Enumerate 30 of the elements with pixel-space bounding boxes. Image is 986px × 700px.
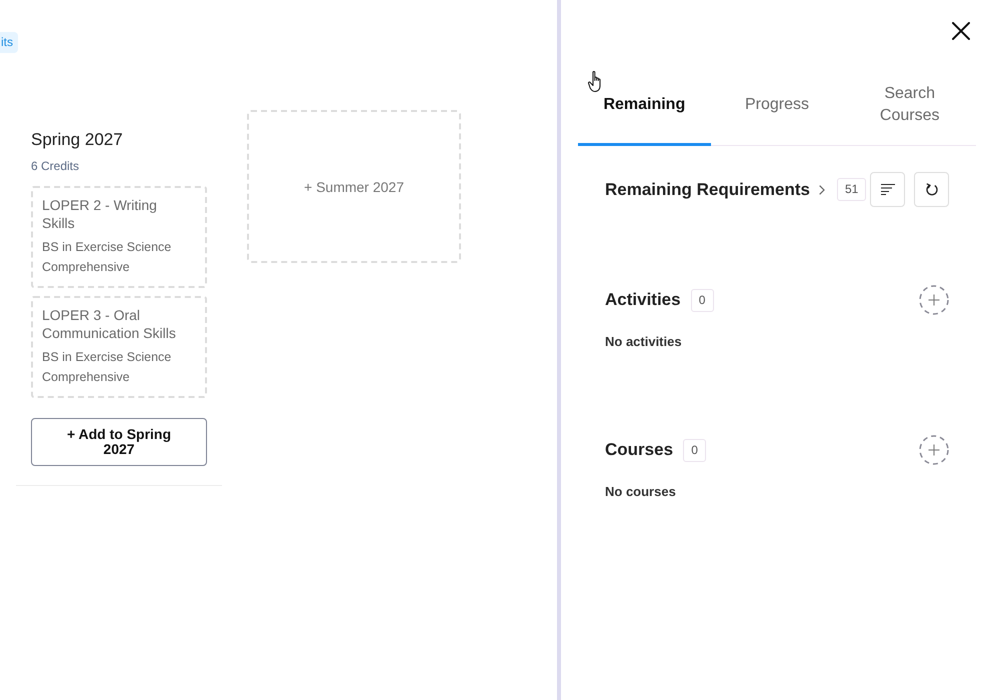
add-term-label: + Summer 2027 xyxy=(304,178,404,194)
course-card[interactable]: LOPER 2 - Writing Skills BS in Exercise Science Comprehensive xyxy=(31,186,207,288)
tab[interactable]: Progress xyxy=(710,70,844,146)
close-icon[interactable] xyxy=(952,22,970,40)
reset-button[interactable] xyxy=(914,172,949,207)
course-program: BS in Exercise Science Comprehensive xyxy=(42,349,172,386)
course-card[interactable]: LOPER 3 - Oral Communication Skills BS in Exercise Science Comprehensive xyxy=(31,296,207,398)
course-title: LOPER 3 - Oral Communication Skills xyxy=(42,306,177,342)
section-title: Courses xyxy=(605,440,674,460)
plus-circle-icon[interactable] xyxy=(919,435,949,465)
empty-message: No courses xyxy=(605,483,677,501)
sort-button[interactable] xyxy=(870,172,905,207)
tab[interactable]: Search Courses xyxy=(843,70,976,146)
count-badge: 0 xyxy=(683,438,706,462)
add-term-button[interactable]: + Summer 2027 xyxy=(247,110,461,263)
section-title: Remaining Requirements xyxy=(605,180,810,200)
term-title: Spring 2027 xyxy=(31,130,124,150)
empty-message: No activities xyxy=(605,333,683,351)
plus-circle-icon[interactable] xyxy=(919,285,949,315)
course-program: BS in Exercise Science Comprehensive xyxy=(42,239,172,276)
credits-badge: its xyxy=(0,32,18,53)
circular-arrow-icon xyxy=(926,183,938,196)
count-badge: 51 xyxy=(837,178,866,201)
sort-icon xyxy=(880,184,894,195)
course-title: LOPER 2 - Writing Skills xyxy=(42,196,158,232)
count-badge: 0 xyxy=(690,288,714,312)
add-course-button[interactable]: + Add to Spring 2027 xyxy=(31,418,207,466)
section-title: Activities xyxy=(605,290,681,310)
chevron-right-icon[interactable] xyxy=(819,184,825,194)
term-credits: 6 Credits xyxy=(31,158,80,174)
